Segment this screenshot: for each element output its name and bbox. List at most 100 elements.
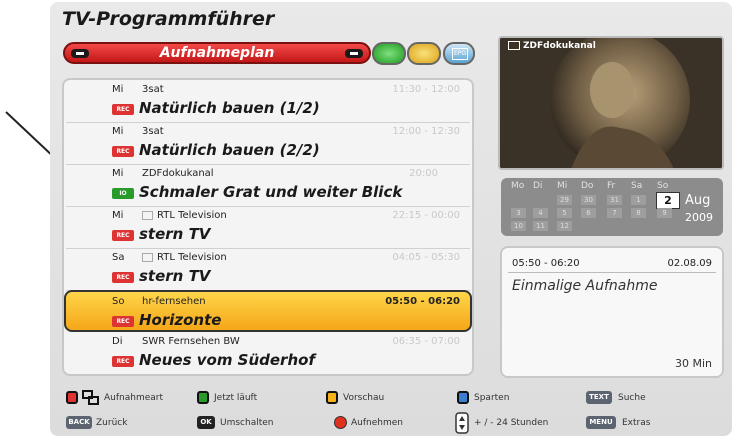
entry-time: 05:50 - 06:20 [385,296,460,307]
preview-image [500,38,722,168]
entry-channel: hr-fernsehen [142,296,206,307]
weekday-label: Do [581,181,594,191]
rec-badge-icon: REC [112,272,134,283]
entry-channel: 3sat [142,84,164,95]
back-key-icon: BACK [66,416,92,429]
tv-icon [142,210,153,220]
red-key-icon [66,391,78,404]
calendar-day[interactable]: 12 [557,221,572,231]
ok-key-icon: OK [197,416,215,429]
detail-date: 02.08.09 [667,258,712,269]
list-item[interactable]: Mi RTL Television 22:15 - 00:00 REC ster… [66,206,470,249]
rec-badge-icon: REC [112,230,134,241]
rec-badge-icon: REC [112,146,134,157]
aufnahmeplan-label: Aufnahmeplan [159,45,275,61]
rec-badge-icon: REC [112,104,134,115]
entry-day: Mi [112,168,124,179]
calendar-day[interactable]: 30 [581,195,596,205]
entry-time: 04:05 - 05:30 [392,252,460,263]
entry-time: 22:15 - 00:00 [392,210,460,221]
detail-duration: 30 Min [674,357,712,370]
calendar-day[interactable]: 11 [533,221,548,231]
calendar-month: Aug [685,193,711,208]
legend-suche: Suche [618,393,646,403]
list-item[interactable]: Di SWR Fernsehen BW 06:35 - 07:00 REC Ne… [66,332,470,374]
divider [508,272,716,273]
entry-title: Neues vom Süderhof [139,351,315,369]
entry-day: Mi [112,210,124,221]
legend-24-stunden: + / - 24 Stunden [474,418,549,428]
entry-title: Horizonte [139,311,222,329]
recording-list[interactable]: Mi 3sat 11:30 - 12:00 REC Natürlich baue… [62,78,474,376]
list-item[interactable]: Mi 3sat 12:00 - 12:30 REC Natürlich baue… [66,122,470,165]
entry-title: Schmaler Grat und weiter Blick [139,183,403,201]
weekday-label: Fr [607,181,616,191]
legend-aufnehmen: Aufnehmen [351,418,403,428]
legend-umschalten: Umschalten [220,418,274,428]
calendar-day[interactable]: 3 [511,208,526,218]
calendar-day[interactable]: 29 [557,195,572,205]
calendar-day[interactable]: 5 [557,208,572,218]
calendar-day[interactable]: 1 [631,195,646,205]
entry-channel: RTL Television [142,210,227,221]
video-preview: ZDFdokukanal [498,36,724,170]
calendar-day[interactable]: 6 [581,208,596,218]
legend-vorschau: Vorschau [343,393,385,403]
entry-channel: SWR Fernsehen BW [142,336,240,347]
tv-icon [508,41,520,50]
entry-channel: RTL Television [142,252,227,263]
entry-time: 20:00 [409,168,438,179]
calendar-day[interactable]: 8 [631,208,646,218]
entry-channel: ZDFdokukanal [142,168,214,179]
calendar-today[interactable]: 2 [656,192,680,209]
record-icon [334,416,347,429]
weekday-label: Mi [557,181,568,191]
entry-title: stern TV [139,267,211,285]
list-item[interactable]: Sa RTL Television 04:05 - 05:30 REC ster… [66,248,470,291]
legend-aufnahmeart: Aufnahmeart [104,393,164,403]
page-up-down-icon [455,412,469,434]
entry-time: 11:30 - 12:00 [392,84,460,95]
text-key-icon: TEXT [586,391,612,404]
weekday-label: Di [533,181,543,191]
entry-day: Mi [112,84,124,95]
green-key-icon [197,391,209,404]
green-button[interactable] [372,42,406,65]
detail-time: 05:50 - 06:20 [512,258,580,269]
calendar-day[interactable]: 7 [607,208,622,218]
calendar-day[interactable]: 10 [511,221,526,231]
calendar-day[interactable]: 9 [657,208,672,218]
calendar-day[interactable]: 4 [533,208,548,218]
rec-badge-icon: REC [112,356,134,367]
date-calendar[interactable]: Mo Di Mi Do Fr Sa So 29 30 31 1 2 3 4 5 … [501,178,723,236]
entry-channel: 3sat [142,126,164,137]
entry-day: Mi [112,126,124,137]
yellow-button[interactable] [407,42,441,65]
preview-channel: ZDFdokukanal [508,41,596,51]
calendar-day[interactable]: 31 [607,195,622,205]
weekday-label: Mo [511,181,525,191]
entry-time: 06:35 - 07:00 [392,336,460,347]
entry-channel-text: RTL Television [157,210,227,221]
entry-title: Natürlich bauen (2/2) [139,141,320,159]
entry-day: So [112,296,125,307]
blue-key-icon [457,391,469,404]
weekday-label: So [657,181,669,191]
tv-icon [142,252,153,262]
blue-button[interactable]: EPG [443,42,475,65]
legend-extras: Extras [622,418,651,428]
page-title: TV-Programmführer [62,8,275,30]
list-item-selected[interactable]: So hr-fernsehen 05:50 - 06:20 REC Horizo… [64,290,472,332]
list-item[interactable]: Mi ZDFdokukanal 20:00 IO Schmaler Grat u… [66,164,470,207]
reminder-badge-icon: IO [112,188,134,199]
legend-sparten: Sparten [474,393,510,403]
aufnahmeplan-bar[interactable]: Aufnahmeplan [63,42,371,64]
rec-badge-icon: REC [112,316,134,327]
yellow-key-icon [326,391,338,404]
entry-time: 12:00 - 12:30 [392,126,460,137]
calendar-year: 2009 [685,211,713,224]
list-item[interactable]: Mi 3sat 11:30 - 12:00 REC Natürlich baue… [66,80,470,123]
next-arrow-icon[interactable] [345,49,363,58]
entry-day: Sa [112,252,125,263]
menu-key-icon: MENU [586,416,616,429]
